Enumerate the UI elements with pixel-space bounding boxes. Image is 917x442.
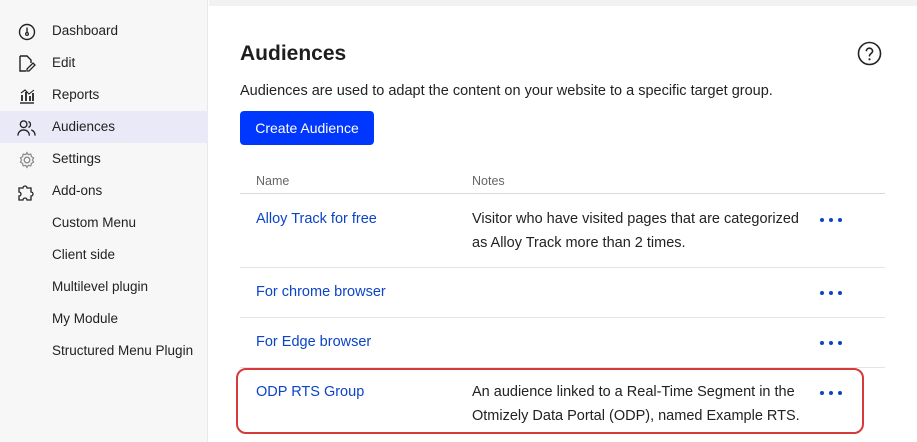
sidebar-item-label: Audiences	[52, 119, 116, 134]
sidebar-item-reports[interactable]: Reports	[0, 79, 208, 111]
sidebar-item-label: Edit	[52, 55, 76, 70]
create-audience-button[interactable]: Create Audience	[240, 111, 374, 145]
audience-name-link[interactable]: For chrome browser	[256, 284, 386, 300]
sidebar-subitem-multilevel-plugin[interactable]: Multilevel plugin	[0, 271, 208, 303]
more-actions-icon[interactable]	[820, 287, 842, 299]
sidebar-item-label: Settings	[52, 151, 101, 166]
sidebar-item-label: Add-ons	[52, 183, 103, 198]
sidebar-subitem-label: Custom Menu	[52, 215, 137, 230]
table-row: For Edge browser	[240, 318, 885, 368]
table-row: For chrome browser	[240, 268, 885, 318]
sidebar-subitem-label: Structured Menu Plugin	[52, 343, 194, 358]
table-row: ODP RTS Group An audience linked to a Re…	[240, 368, 885, 438]
page-title: Audiences	[240, 42, 347, 65]
reports-icon	[17, 86, 36, 105]
sidebar: Dashboard Edit Reports Audiences Setting…	[0, 0, 208, 442]
audience-name-link[interactable]: Alloy Track for free	[256, 211, 377, 227]
more-actions-icon[interactable]	[820, 214, 842, 226]
sidebar-item-label: Reports	[52, 87, 100, 102]
column-header-name: Name	[256, 174, 290, 188]
sidebar-item-label: Dashboard	[52, 23, 119, 38]
edit-icon	[17, 54, 36, 73]
sidebar-subitem-label: My Module	[52, 311, 119, 326]
sidebar-item-edit[interactable]: Edit	[0, 47, 208, 79]
more-actions-icon[interactable]	[820, 337, 842, 349]
sidebar-subitem-label: Client side	[52, 247, 116, 262]
audience-notes: An audience linked to a Real-Time Segmen…	[472, 384, 800, 424]
audience-name-link[interactable]: For Edge browser	[256, 334, 371, 350]
settings-icon	[17, 150, 36, 169]
audience-name-link[interactable]: ODP RTS Group	[256, 384, 364, 400]
help-icon[interactable]	[857, 41, 882, 66]
dashboard-icon	[17, 22, 36, 41]
more-actions-icon[interactable]	[820, 387, 842, 399]
sidebar-item-dashboard[interactable]: Dashboard	[0, 15, 208, 47]
audience-notes: Visitor who have visited pages that are …	[472, 211, 799, 251]
sidebar-item-addons[interactable]: Add-ons	[0, 175, 208, 207]
sidebar-subitem-structured-menu-plugin[interactable]: Structured Menu Plugin	[0, 335, 208, 367]
audiences-icon	[17, 118, 36, 137]
sidebar-subitem-custom-menu[interactable]: Custom Menu	[0, 207, 208, 239]
sidebar-subitem-label: Multilevel plugin	[52, 279, 149, 294]
sidebar-item-settings[interactable]: Settings	[0, 143, 208, 175]
page-description: Audiences are used to adapt the content …	[240, 83, 773, 99]
column-header-notes: Notes	[472, 174, 505, 188]
table-row: Alloy Track for free Visitor who have vi…	[240, 194, 885, 268]
sidebar-item-audiences[interactable]: Audiences	[0, 111, 208, 143]
sidebar-subitem-my-module[interactable]: My Module	[0, 303, 208, 335]
sidebar-subitem-client-side[interactable]: Client side	[0, 239, 208, 271]
addons-icon	[17, 182, 36, 201]
top-bar	[209, 0, 917, 6]
